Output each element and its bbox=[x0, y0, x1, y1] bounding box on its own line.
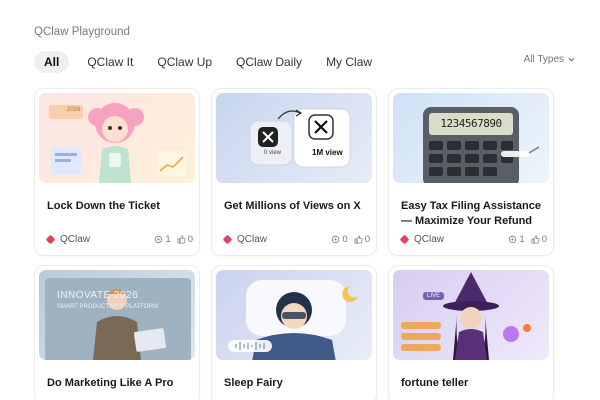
chevron-down-icon bbox=[568, 57, 575, 62]
thumbnail-subheadline: SMART PRODUCTIVITY PLATFORM bbox=[57, 304, 158, 310]
tab-qclaw-up[interactable]: QClaw Up bbox=[149, 51, 220, 73]
calculator-display-digits: 1234567890 bbox=[440, 117, 502, 130]
card-footer: QClaw 0 0 bbox=[222, 232, 370, 246]
card-thumbnail: INNOVATE 2026 SMART PRODUCTIVITY PLATFOR… bbox=[39, 270, 195, 360]
witch-illustration bbox=[401, 272, 531, 360]
eye-icon bbox=[509, 235, 517, 243]
page-title: QClaw Playground bbox=[34, 26, 130, 38]
type-filter-dropdown[interactable]: All Types bbox=[524, 54, 576, 65]
type-filter-label: All Types bbox=[523, 54, 564, 65]
eye-icon bbox=[155, 235, 163, 243]
card-author: QClaw bbox=[60, 233, 91, 245]
calculator-illustration bbox=[423, 107, 540, 183]
category-tabs: All QClaw It QClaw Up QClaw Daily My Cla… bbox=[34, 50, 388, 74]
sleeping-boy-illustration bbox=[228, 280, 358, 360]
thumbs-up-icon bbox=[177, 234, 186, 244]
card-easy-tax-filing[interactable]: 1234567890 Easy Tax Filing Assistance — … bbox=[388, 88, 554, 256]
thumbnail-label-zero-views: 0 view bbox=[264, 150, 282, 156]
eye-icon bbox=[332, 235, 340, 243]
card-footer: QClaw 1 0 bbox=[399, 232, 547, 246]
presenter-illustration bbox=[45, 278, 191, 360]
thumbs-up-icon bbox=[531, 234, 540, 244]
qclaw-logo-icon bbox=[399, 234, 410, 244]
card-get-millions-views[interactable]: 0 view 1M view Get Millions of Views on … bbox=[211, 88, 377, 256]
view-count: 1 bbox=[508, 234, 525, 245]
thumbs-up-icon bbox=[354, 234, 363, 244]
card-thumbnail: LIVE bbox=[393, 270, 549, 360]
thumbnail-year-badge: 2026 bbox=[67, 107, 81, 113]
tab-qclaw-daily[interactable]: QClaw Daily bbox=[228, 51, 310, 73]
view-count: 0 bbox=[331, 234, 348, 245]
card-sleep-fairy[interactable]: Sleep Fairy bbox=[211, 265, 377, 400]
like-count[interactable]: 0 bbox=[354, 234, 370, 245]
card-do-marketing-pro[interactable]: INNOVATE 2026 SMART PRODUCTIVITY PLATFOR… bbox=[34, 265, 200, 400]
anime-girl-illustration bbox=[49, 103, 187, 183]
card-thumbnail: 2026 bbox=[39, 93, 195, 183]
card-fortune-teller[interactable]: LIVE fortune teller bbox=[388, 265, 554, 400]
card-thumbnail: 0 view 1M view bbox=[216, 93, 372, 183]
card-author: QClaw bbox=[414, 233, 445, 245]
card-title: Get Millions of Views on X bbox=[224, 200, 361, 212]
card-title: fortune teller bbox=[401, 377, 469, 389]
card-author: QClaw bbox=[237, 233, 268, 245]
thumbnail-label-million-views: 1M view bbox=[312, 148, 343, 157]
card-title: Lock Down the Ticket bbox=[47, 200, 160, 212]
qclaw-logo-icon bbox=[222, 234, 233, 244]
card-thumbnail bbox=[216, 270, 372, 360]
tab-all[interactable]: All bbox=[34, 51, 70, 73]
tab-my-claw[interactable]: My Claw bbox=[318, 51, 380, 73]
x-views-illustration bbox=[249, 108, 351, 168]
card-lock-down-ticket[interactable]: 2026 Lock Down the Ticket QClaw 1 0 bbox=[34, 88, 200, 256]
live-badge: LIVE bbox=[423, 292, 445, 300]
like-count[interactable]: 0 bbox=[531, 234, 547, 245]
card-title: Do Marketing Like A Pro bbox=[47, 377, 174, 389]
thumbnail-headline: INNOVATE 2026 bbox=[57, 290, 139, 301]
qclaw-logo-icon bbox=[45, 234, 56, 244]
card-title: Easy Tax Filing Assistance — Maximize Yo… bbox=[401, 200, 542, 227]
card-thumbnail: 1234567890 bbox=[393, 93, 549, 183]
view-count: 1 bbox=[154, 234, 171, 245]
tab-qclaw-it[interactable]: QClaw It bbox=[79, 51, 141, 73]
card-title: Sleep Fairy bbox=[224, 377, 283, 389]
like-count[interactable]: 0 bbox=[177, 234, 193, 245]
card-footer: QClaw 1 0 bbox=[45, 232, 193, 246]
